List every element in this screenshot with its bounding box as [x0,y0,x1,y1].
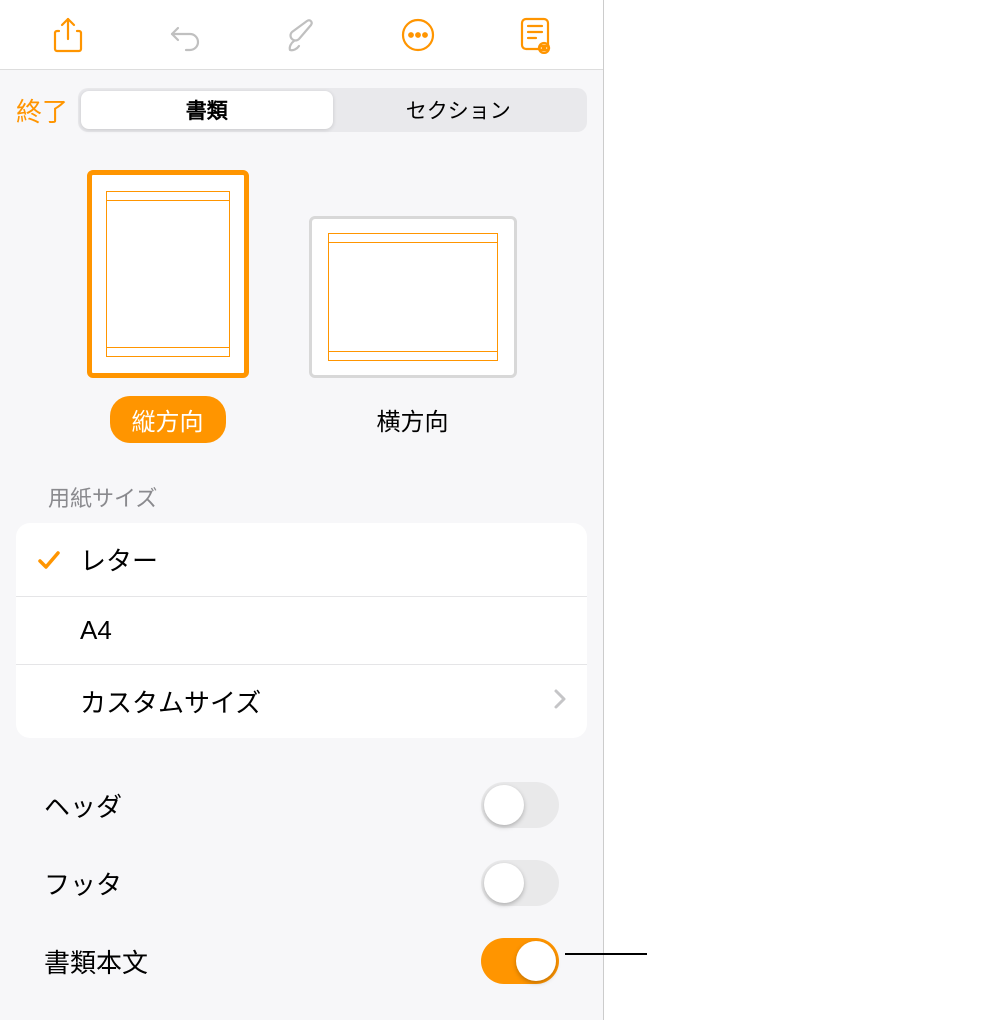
tab-segmented-control: 書類 セクション [78,88,587,132]
reader-icon [518,16,552,54]
footer-toggle-row: フッタ [16,844,587,922]
footer-toggle[interactable] [481,860,559,906]
paper-size-a4[interactable]: A4 [16,597,587,665]
share-button[interactable] [45,12,91,58]
body-toggle-label: 書類本文 [44,943,148,980]
portrait-preview [87,170,249,378]
body-toggle[interactable] [481,938,559,984]
header-row: 終了 書類 セクション [0,70,603,150]
brush-icon [285,17,317,53]
toggle-section: ヘッダ フッタ 書類本文 [0,766,603,1000]
undo-button[interactable] [162,12,208,58]
toolbar [0,0,603,70]
portrait-label: 縦方向 [110,396,226,443]
document-settings-panel: 終了 書類 セクション 縦方向 横方向 [0,0,604,1020]
tab-section[interactable]: セクション [333,91,585,129]
paper-size-custom[interactable]: カスタムサイズ [16,665,587,738]
undo-icon [168,18,202,52]
share-icon [53,17,83,53]
format-button[interactable] [278,12,324,58]
orientation-selector: 縦方向 横方向 [0,150,603,473]
footer-toggle-label: フッタ [44,865,122,902]
done-button[interactable]: 終了 [16,92,68,129]
paper-size-label: レター [80,541,567,578]
header-toggle-row: ヘッダ [16,766,587,844]
tab-document[interactable]: 書類 [81,91,333,129]
paper-size-label: カスタムサイズ [80,683,553,720]
paper-size-letter[interactable]: レター [16,523,587,597]
landscape-label: 横方向 [355,396,471,443]
paper-size-list: レター A4 カスタムサイズ [16,523,587,738]
orientation-landscape[interactable]: 横方向 [309,170,517,443]
more-icon [401,18,435,52]
orientation-portrait[interactable]: 縦方向 [87,170,249,443]
landscape-preview [309,216,517,378]
header-toggle-label: ヘッダ [44,787,122,824]
paper-size-label: A4 [80,615,567,646]
reader-button[interactable] [512,12,558,58]
chevron-right-icon [553,688,567,716]
paper-size-header: 用紙サイズ [0,473,603,523]
body-toggle-row: 書類本文 [16,922,587,1000]
checkmark-icon [36,547,62,573]
callout-line [565,953,647,955]
more-button[interactable] [395,12,441,58]
header-toggle[interactable] [481,782,559,828]
